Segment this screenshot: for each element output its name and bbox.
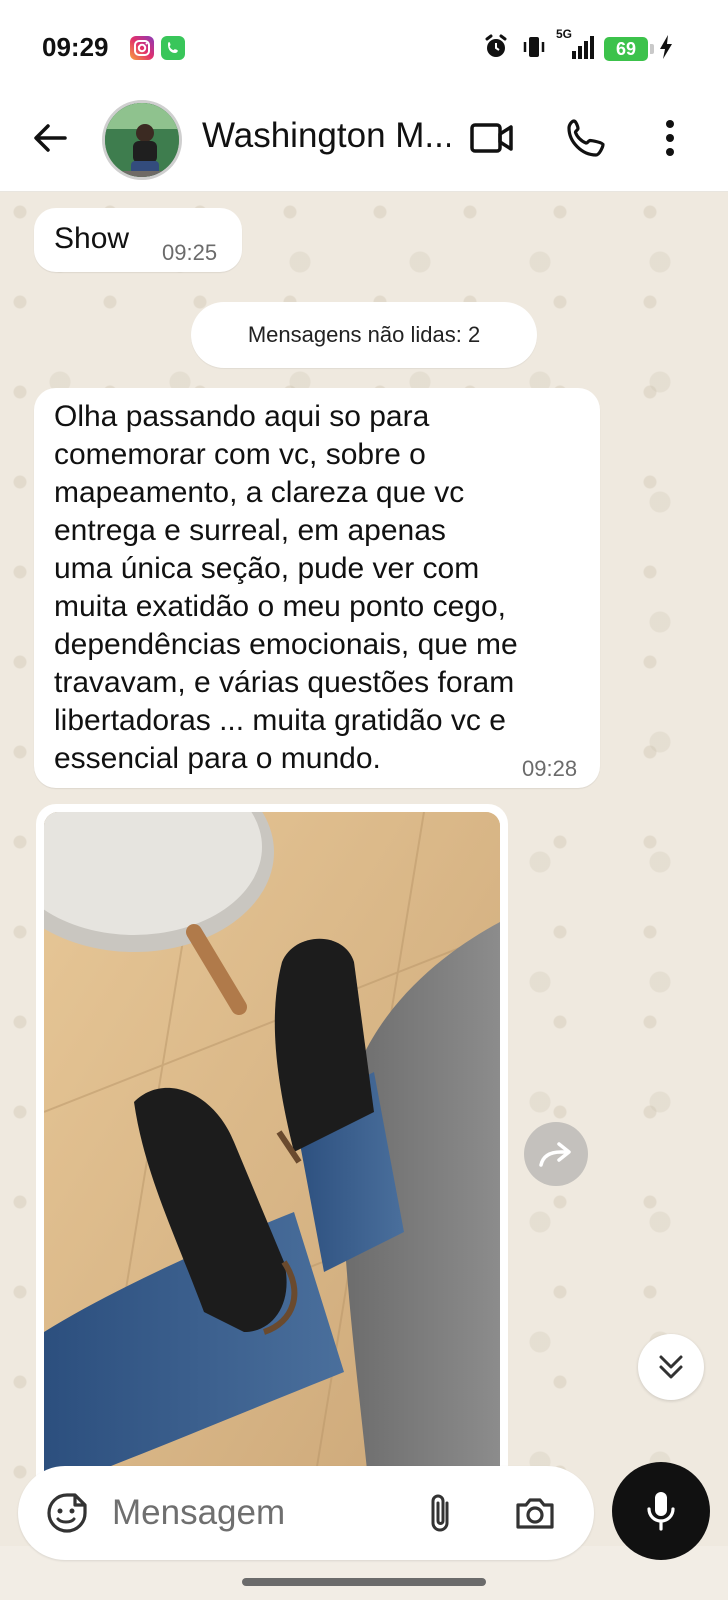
charging-icon bbox=[658, 34, 674, 65]
image-message[interactable] bbox=[36, 804, 508, 1546]
attach-icon bbox=[431, 1494, 449, 1532]
avatar-image bbox=[105, 103, 179, 177]
battery-icon: 69 bbox=[604, 37, 654, 61]
contact-name[interactable]: Washington M... bbox=[202, 116, 450, 156]
message-bubble[interactable]: Olha passando aqui so para comemorar com… bbox=[34, 388, 600, 788]
message-composer bbox=[18, 1466, 594, 1560]
attach-button[interactable] bbox=[414, 1486, 468, 1540]
instagram-icon bbox=[130, 36, 154, 60]
status-bar: 09:29 5G 69 bbox=[0, 0, 728, 92]
avatar[interactable] bbox=[102, 100, 182, 180]
more-vert-icon bbox=[666, 120, 674, 156]
message-input[interactable] bbox=[112, 1490, 412, 1536]
status-right-group: 5G 69 bbox=[482, 27, 674, 66]
status-time: 09:29 bbox=[42, 32, 109, 62]
unread-messages-divider: Mensagens não lidas: 2 bbox=[191, 302, 537, 368]
chat-area[interactable]: Show 09:25 Mensagens não lidas: 2 Olha p… bbox=[0, 192, 728, 1546]
more-options-button[interactable] bbox=[644, 112, 696, 164]
back-arrow-icon bbox=[34, 124, 67, 152]
alarm-icon bbox=[482, 33, 510, 66]
message-photo[interactable] bbox=[44, 812, 500, 1546]
chat-header: Washington M... bbox=[0, 92, 728, 192]
scroll-to-bottom-button[interactable] bbox=[638, 1334, 704, 1400]
message-text: Show bbox=[54, 222, 130, 255]
home-indicator[interactable] bbox=[242, 1578, 486, 1586]
double-chevron-down-icon bbox=[659, 1355, 683, 1379]
video-call-button[interactable] bbox=[466, 112, 518, 164]
sticker-icon bbox=[47, 1493, 87, 1533]
photo-content bbox=[44, 812, 500, 1546]
forward-button[interactable] bbox=[524, 1122, 588, 1186]
network-label: 5G bbox=[556, 26, 573, 41]
video-call-icon bbox=[470, 123, 513, 153]
vibrate-icon bbox=[520, 33, 548, 66]
forward-icon bbox=[539, 1142, 571, 1167]
message-time: 09:28 bbox=[522, 756, 578, 781]
mic-icon bbox=[647, 1492, 675, 1531]
signal-icon: 5G bbox=[556, 27, 594, 66]
back-button[interactable] bbox=[26, 114, 74, 162]
message-bubble[interactable]: Show 09:25 bbox=[34, 208, 242, 272]
message-text: Olha passando aqui so para comemorar com… bbox=[54, 400, 518, 775]
voice-call-button[interactable] bbox=[560, 112, 612, 164]
phone-icon bbox=[567, 119, 605, 157]
message-time: 09:25 bbox=[162, 240, 218, 265]
voice-message-button[interactable] bbox=[612, 1462, 710, 1560]
camera-icon bbox=[516, 1498, 554, 1529]
sticker-button[interactable] bbox=[40, 1486, 94, 1540]
camera-button[interactable] bbox=[508, 1486, 562, 1540]
whatsapp-icon bbox=[161, 36, 185, 60]
